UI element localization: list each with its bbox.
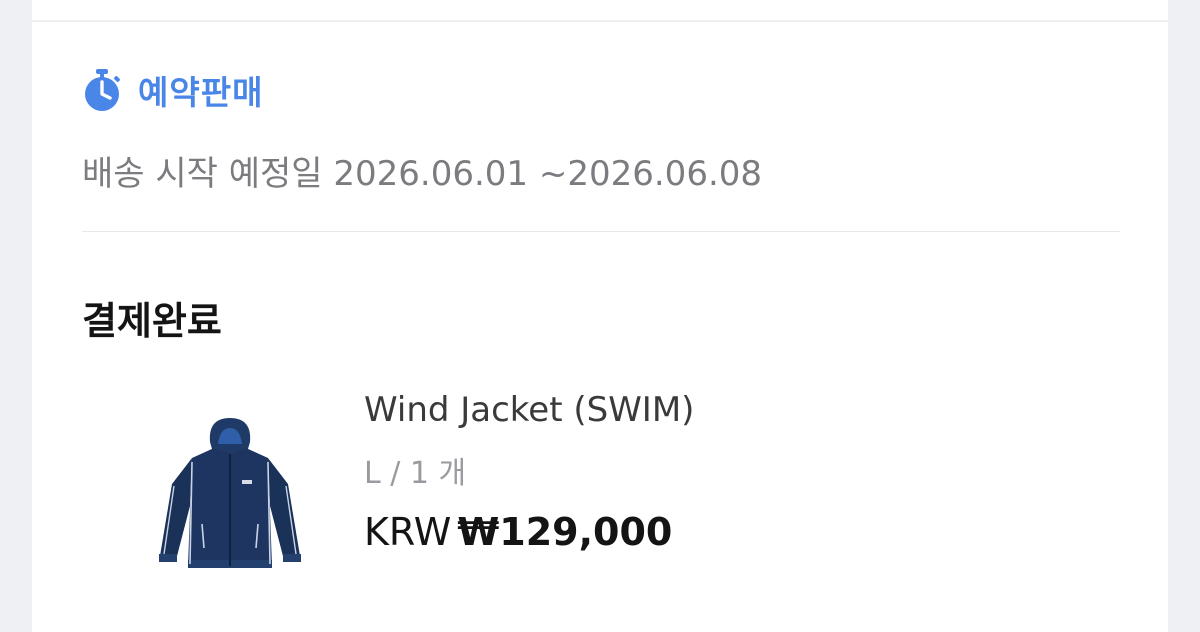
- order-card: 예약판매 배송 시작 예정일 2026.06.01 ~2026.06.08 결제…: [32, 0, 1168, 632]
- product-name[interactable]: Wind Jacket (SWIM): [364, 390, 694, 430]
- product-image[interactable]: [150, 414, 310, 580]
- price-amount: ₩129,000: [457, 510, 673, 554]
- product-price: KRW ₩129,000: [364, 510, 672, 554]
- shipping-date-text: 배송 시작 예정일 2026.06.01 ~2026.06.08: [82, 154, 763, 194]
- price-currency: KRW: [364, 510, 452, 554]
- top-divider-strip: [32, 0, 1168, 22]
- section-divider: [82, 231, 1120, 232]
- preorder-header: 예약판매: [82, 66, 263, 114]
- product-option: L / 1 개: [364, 456, 467, 491]
- preorder-title: 예약판매: [138, 73, 264, 112]
- timer-icon: [82, 68, 124, 112]
- payment-status-title: 결제완료: [82, 299, 222, 343]
